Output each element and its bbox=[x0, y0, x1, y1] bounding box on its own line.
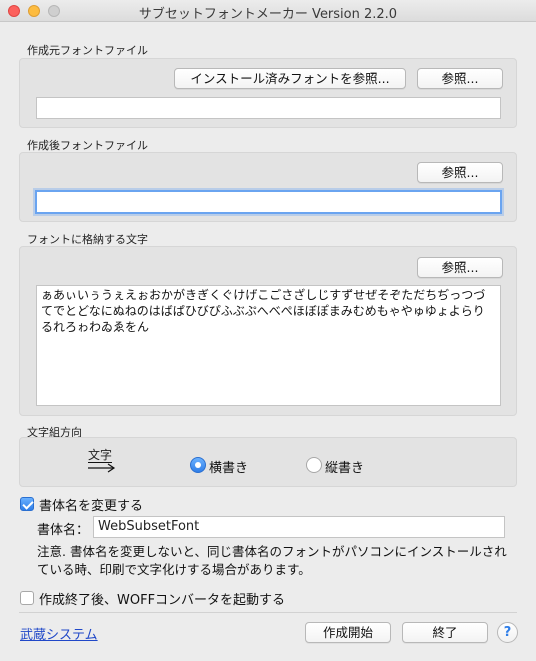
horizontal-text-icon-label: 文字 bbox=[88, 448, 113, 463]
vertical-radio-label[interactable]: 縦書き bbox=[325, 457, 364, 476]
horizontal-radio[interactable] bbox=[190, 457, 206, 473]
output-font-path-field[interactable] bbox=[35, 190, 502, 214]
start-button[interactable]: 作成開始 bbox=[305, 622, 391, 643]
musashi-system-link[interactable]: 武蔵システム bbox=[20, 624, 98, 643]
chars-browse-button[interactable]: 参照... bbox=[417, 257, 503, 278]
source-font-group: インストール済みフォントを参照... 参照... bbox=[19, 58, 517, 128]
rename-checkbox[interactable] bbox=[20, 497, 34, 511]
horizontal-radio-label[interactable]: 横書き bbox=[209, 457, 248, 476]
chars-textarea[interactable]: ぁあぃいぅうぇえぉおかがきぎくぐけげこごさざしじすずせぜそぞただちぢっつづてでと… bbox=[36, 285, 501, 406]
browse-installed-fonts-button[interactable]: インストール済みフォントを参照... bbox=[174, 68, 406, 89]
horizontal-text-icon: 文字 bbox=[87, 448, 117, 475]
output-browse-button[interactable]: 参照... bbox=[417, 162, 503, 183]
font-name-label: 書体名： bbox=[37, 523, 90, 538]
footer-divider bbox=[19, 612, 517, 613]
window-title: サブセットフォントメーカー Version 2.2.0 bbox=[138, 7, 398, 22]
rename-checkbox-label[interactable]: 書体名を変更する bbox=[39, 495, 143, 514]
title-bar: サブセットフォントメーカー Version 2.2.0 bbox=[0, 0, 536, 22]
quit-button[interactable]: 終了 bbox=[402, 622, 488, 643]
source-browse-button[interactable]: 参照... bbox=[417, 68, 503, 89]
arrow-right-icon bbox=[88, 463, 116, 473]
source-font-path-field[interactable] bbox=[36, 97, 501, 119]
vertical-radio[interactable] bbox=[306, 457, 322, 473]
source-font-label: 作成元フォントファイル bbox=[27, 44, 148, 57]
woff-checkbox-label[interactable]: 作成終了後、WOFFコンバータを起動する bbox=[39, 589, 285, 608]
chars-label: フォントに格納する文字 bbox=[27, 233, 148, 246]
rename-note: 注意. 書体名を変更しないと、同じ書体名のフォントがパソコンにインストールされて… bbox=[37, 544, 507, 577]
output-font-label: 作成後フォントファイル bbox=[27, 139, 148, 152]
help-button[interactable]: ? bbox=[497, 622, 518, 643]
output-font-group: 参照... bbox=[19, 152, 517, 222]
font-name-input[interactable]: WebSubsetFont bbox=[93, 516, 505, 538]
woff-checkbox[interactable] bbox=[20, 591, 34, 605]
